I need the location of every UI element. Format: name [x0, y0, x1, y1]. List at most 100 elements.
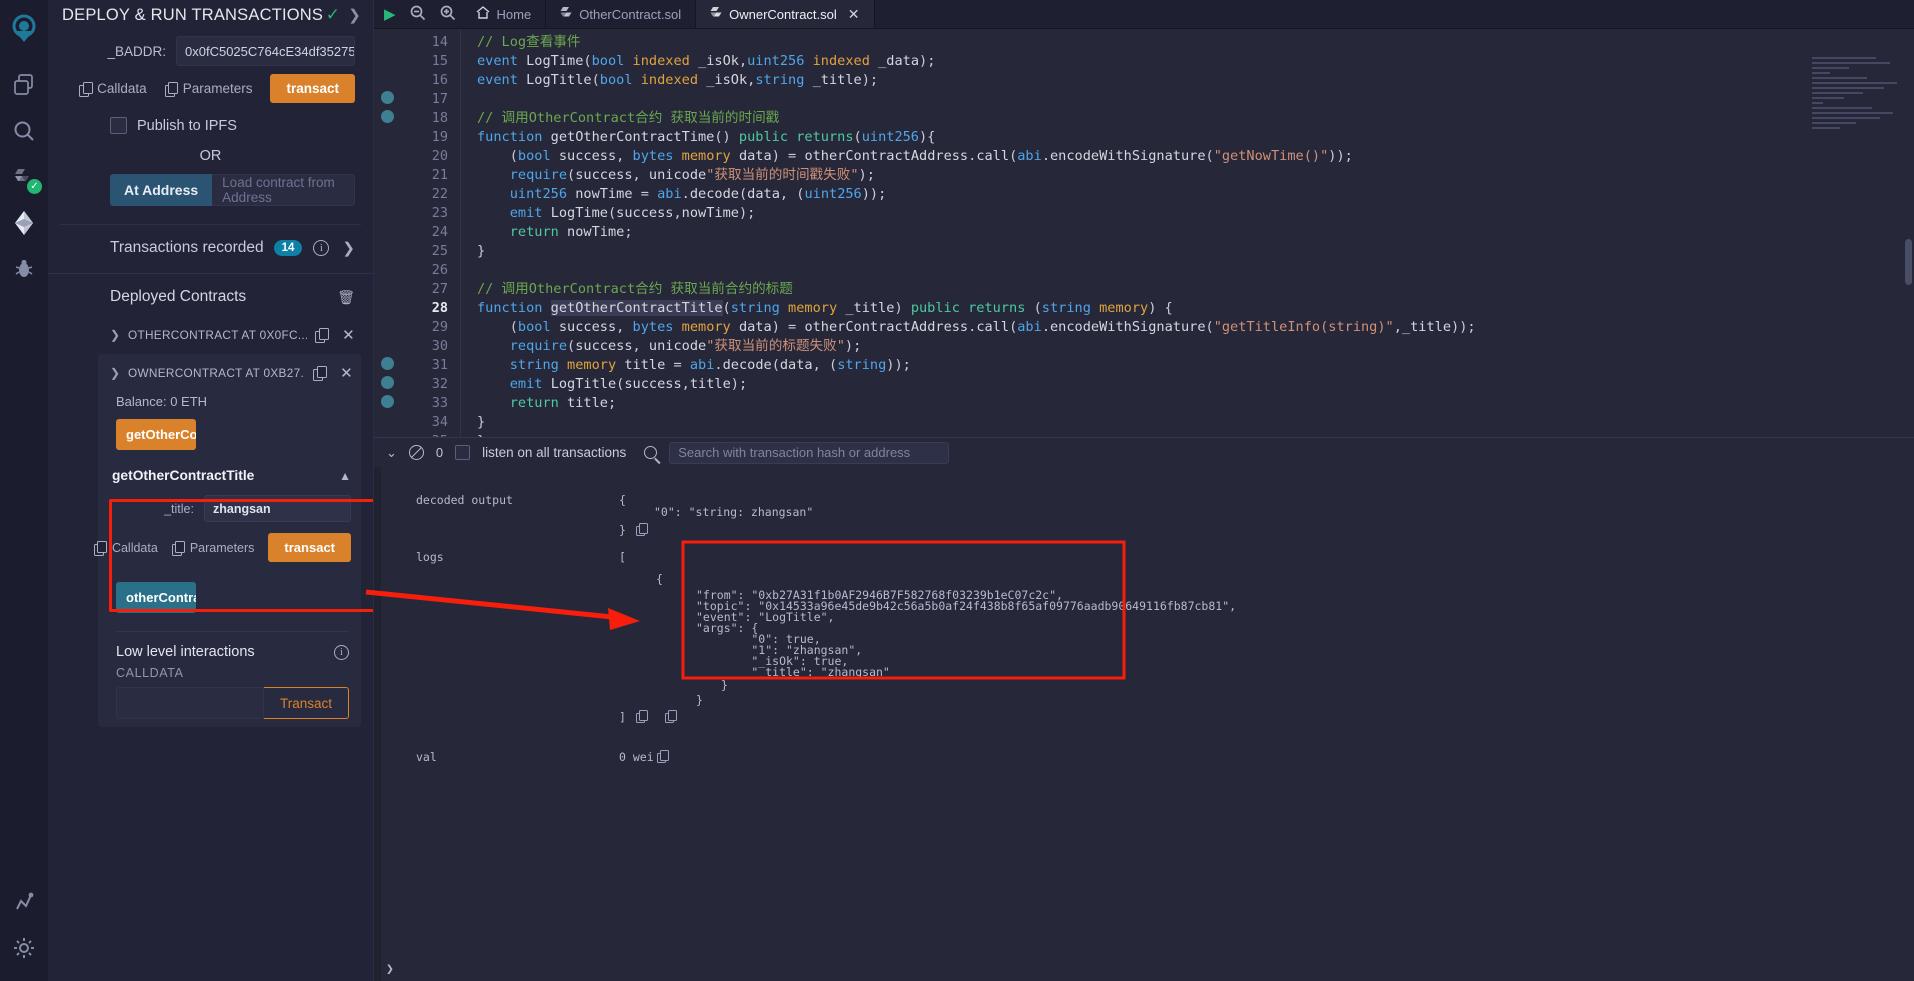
- line-number: 14: [431, 34, 448, 50]
- code-content[interactable]: // Log查看事件 event LogTime(bool indexed _i…: [460, 29, 1914, 437]
- breakpoint-dot[interactable]: [381, 91, 394, 104]
- deployed-contract-item-1: ❯ OWNERCONTRACT AT 0XB27...07C2 ✕ Balanc…: [93, 354, 361, 727]
- close-icon[interactable]: ✕: [340, 364, 353, 382]
- title-param-input[interactable]: zhangsan: [204, 495, 351, 522]
- line-number: 32: [431, 376, 448, 392]
- line-number: 31: [431, 357, 448, 373]
- tab-label: OtherContract.sol: [579, 6, 682, 22]
- at-address-input[interactable]: Load contract from Address: [212, 174, 355, 206]
- fn-get-other-contract-time-button[interactable]: getOtherContractTime: [116, 419, 196, 450]
- breakpoint-dot[interactable]: [381, 110, 394, 123]
- deploy-actions: Calldata Parameters transact: [48, 66, 373, 103]
- info-icon[interactable]: i: [313, 240, 330, 256]
- copy-icon[interactable]: [313, 366, 327, 381]
- terminal-output[interactable]: decoded output { "0": "string: zhangsan"…: [374, 467, 1914, 981]
- fn-get-other-contract-title-label: getOtherContractTitle: [112, 468, 255, 483]
- terminal-left-strip: [374, 467, 381, 981]
- terminal-prompt-chevron-icon[interactable]: ❯: [386, 963, 394, 976]
- logs-copy-button[interactable]: [636, 710, 648, 723]
- deploy-run-panel: DEPLOY & RUN TRANSACTIONS ✓ ❯ _BADDR: 0x…: [48, 0, 374, 981]
- run-icon[interactable]: ▶: [384, 5, 396, 23]
- publish-ipfs-row[interactable]: Publish to IPFS: [48, 103, 373, 134]
- copy-icon: [665, 710, 677, 723]
- editor-minimap[interactable]: [1812, 57, 1904, 143]
- fn-calldata-copy-button[interactable]: Calldata: [93, 540, 158, 556]
- info-icon[interactable]: i: [334, 644, 349, 660]
- transact-button[interactable]: transact: [270, 74, 355, 103]
- line-number: 20: [431, 148, 448, 164]
- line-number-current: 28: [431, 300, 448, 316]
- deployed-contract-item-0[interactable]: ❯ OTHERCONTRACT AT 0X0FC...9A836 ✕: [48, 316, 373, 354]
- tab-othercontract-sol[interactable]: OtherContract.sol: [546, 0, 697, 28]
- debugger-icon[interactable]: [4, 246, 44, 292]
- editor-scrollbar[interactable]: [1905, 239, 1912, 285]
- line-number: 25: [431, 243, 448, 259]
- settings-icon[interactable]: [4, 925, 44, 971]
- tab-home[interactable]: Home: [462, 0, 547, 28]
- parameters-copy-button[interactable]: Parameters: [164, 81, 253, 97]
- line-number: 22: [431, 186, 448, 202]
- close-icon[interactable]: ✕: [848, 6, 860, 23]
- calldata-copy-button[interactable]: Calldata: [79, 81, 147, 97]
- fn-transact-button[interactable]: transact: [268, 533, 351, 562]
- terminal-search-input[interactable]: Search with transaction hash or address: [669, 441, 950, 464]
- panel-check-icon: ✓: [325, 5, 341, 24]
- zoom-out-icon[interactable]: [410, 5, 426, 24]
- logs-entry: "_title": "zhangsan": [696, 665, 890, 679]
- chevron-down-double-icon[interactable]: ⌄: [386, 445, 397, 461]
- fn-title-header[interactable]: getOtherContractTitle ▲: [112, 468, 351, 483]
- low-level-calldata-input[interactable]: [116, 687, 264, 719]
- plugin-manager-icon[interactable]: [4, 879, 44, 925]
- line-number-gutter: 14 15 16 17 18 19 20 21 22 23 24 25 26 2…: [402, 29, 460, 437]
- search-icon[interactable]: [644, 446, 658, 459]
- tab-ownercontract-sol[interactable]: OwnerContract.sol ✕: [696, 0, 875, 28]
- contract-name: OWNERCONTRACT AT 0XB27...07C2: [128, 366, 305, 380]
- decoded-output-copy-button[interactable]: [636, 523, 648, 536]
- chevron-right-icon[interactable]: ❯: [342, 239, 355, 257]
- line-number: 26: [431, 262, 448, 278]
- publish-ipfs-label: Publish to IPFS: [137, 117, 237, 134]
- contract-header[interactable]: ❯ OWNERCONTRACT AT 0XB27...07C2 ✕: [98, 354, 361, 392]
- chevron-right-icon[interactable]: ❯: [110, 328, 128, 342]
- baddr-input[interactable]: 0x0fC5025C764cE34df352757e82f: [176, 36, 355, 66]
- transactions-recorded-row[interactable]: Transactions recorded 14 i ❯: [48, 225, 373, 273]
- compile-success-badge: ✓: [27, 179, 42, 194]
- clear-console-icon[interactable]: [408, 445, 424, 460]
- copy-icon: [636, 710, 648, 723]
- fn-title-actions: Calldata Parameters transact: [93, 533, 351, 562]
- at-address-button[interactable]: At Address: [110, 174, 213, 206]
- val-copy-button[interactable]: [657, 750, 669, 763]
- parameters-label: Parameters: [182, 81, 253, 96]
- copy-icon[interactable]: [315, 328, 329, 343]
- listen-all-transactions-checkbox[interactable]: [455, 445, 471, 460]
- line-number: 33: [431, 395, 448, 411]
- remix-logo-icon[interactable]: [4, 6, 44, 52]
- zoom-in-icon[interactable]: [440, 5, 456, 24]
- logs-copy-button-2[interactable]: [665, 710, 677, 723]
- solidity-compiler-icon[interactable]: ✓: [4, 154, 44, 200]
- trash-icon[interactable]: 🗑: [337, 289, 355, 306]
- breakpoint-dot[interactable]: [381, 357, 394, 370]
- line-number: 18: [431, 110, 448, 126]
- fn-parameters-copy-button[interactable]: Parameters: [171, 540, 255, 556]
- fn-parameters-label: Parameters: [189, 540, 255, 555]
- line-number: 15: [431, 53, 448, 69]
- search-icon[interactable]: [4, 108, 44, 154]
- page-title: DEPLOY & RUN TRANSACTIONS: [62, 5, 324, 24]
- chevron-right-icon[interactable]: ❯: [348, 6, 361, 24]
- low-level-transact-button[interactable]: Transact: [263, 687, 349, 719]
- chevron-up-icon[interactable]: ▲: [339, 469, 351, 483]
- code-editor[interactable]: 14 15 16 17 18 19 20 21 22 23 24 25 26 2…: [374, 29, 1914, 437]
- file-explorer-icon[interactable]: [4, 62, 44, 108]
- close-icon[interactable]: ✕: [342, 326, 355, 344]
- low-level-row: Transact: [116, 687, 349, 719]
- publish-ipfs-checkbox[interactable]: [110, 117, 127, 134]
- deploy-run-icon[interactable]: [4, 200, 44, 246]
- breakpoint-dot[interactable]: [381, 395, 394, 408]
- breakpoint-dot[interactable]: [381, 376, 394, 389]
- fn-other-contract-button[interactable]: otherContract: [116, 582, 196, 613]
- transactions-recorded-label: Transactions recorded: [110, 239, 264, 256]
- breakpoint-gutter[interactable]: [374, 29, 402, 437]
- editor-tabbar: ▶ Home OtherContract.sol OwnerContract.s…: [374, 0, 1914, 29]
- chevron-down-icon[interactable]: ❯: [110, 366, 128, 380]
